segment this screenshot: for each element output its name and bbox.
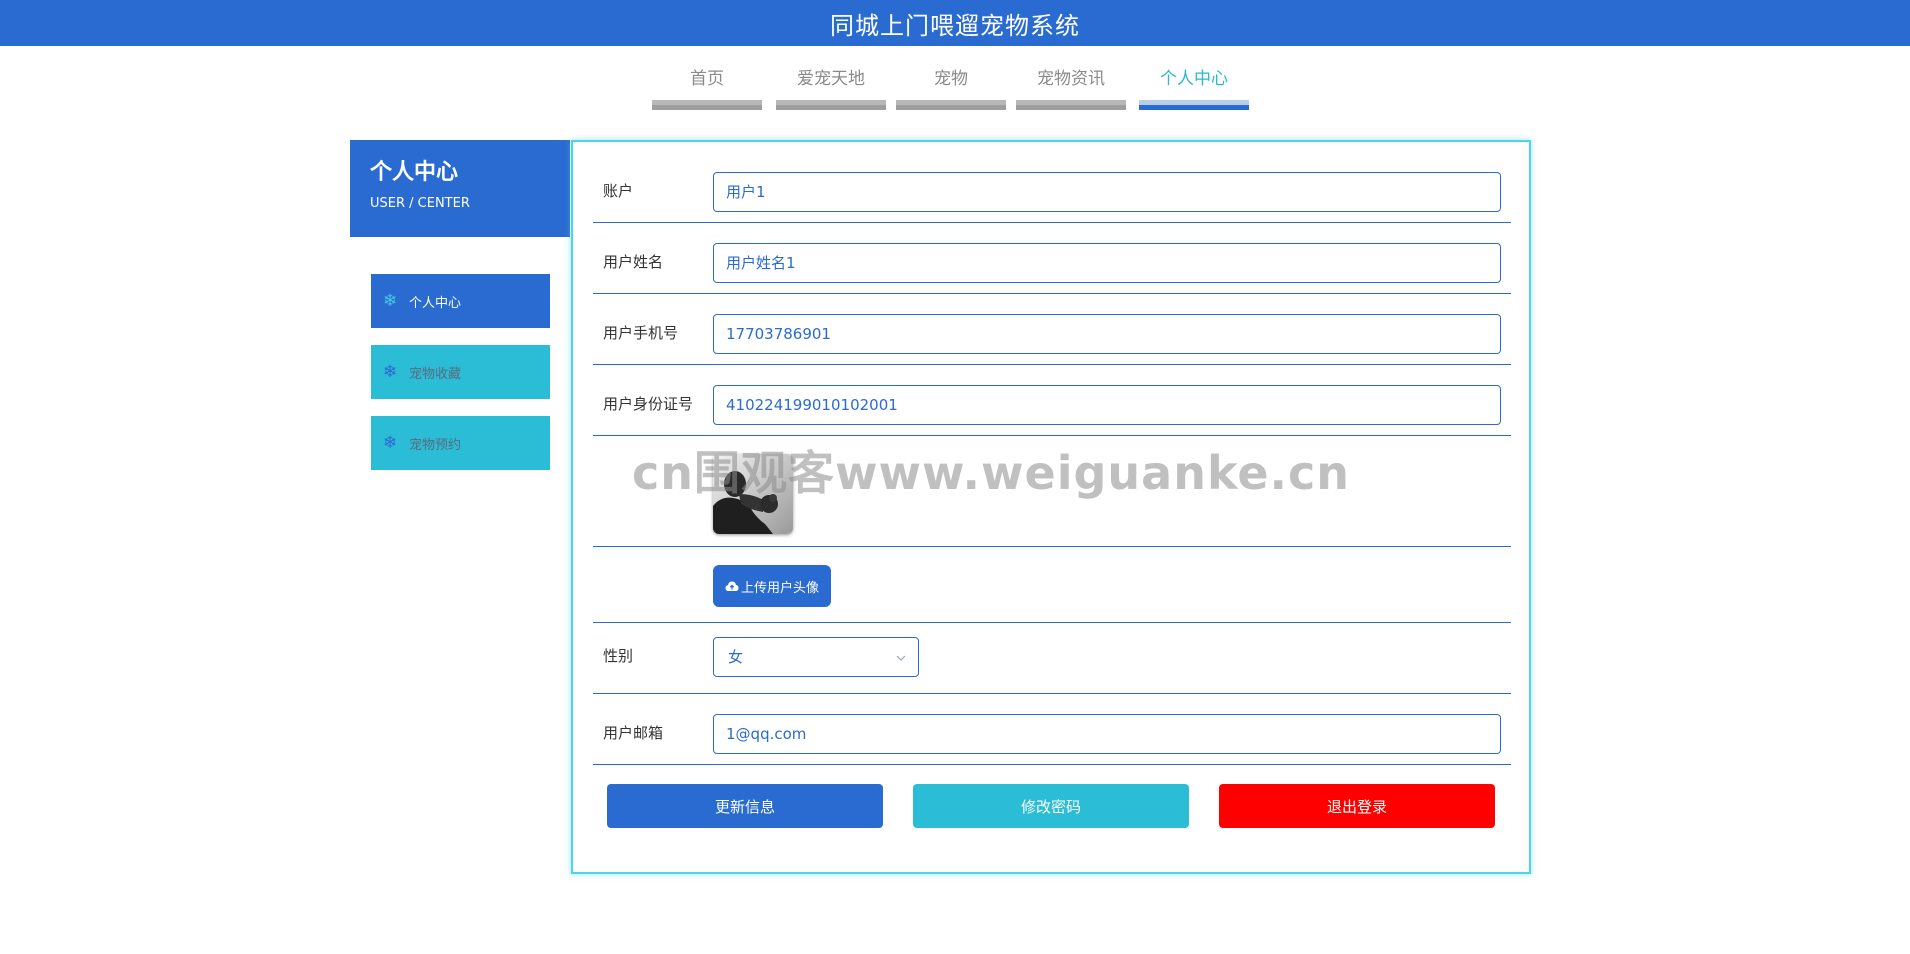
nav-underline	[896, 100, 1006, 110]
snowflake-icon: ❄	[383, 362, 398, 382]
form-row-account: 账户 用户1	[593, 142, 1511, 223]
nav-underline	[1139, 100, 1249, 110]
main-nav: 首页 爱宠天地 宠物 宠物资讯 个人中心	[652, 68, 1252, 110]
email-label: 用户邮箱	[603, 724, 664, 742]
user-name-label: 用户姓名	[603, 253, 664, 271]
gender-selected-value: 女	[728, 648, 744, 666]
account-label: 账户	[603, 182, 634, 200]
form-row-phone: 用户手机号 17703786901	[593, 294, 1511, 365]
id-number-input[interactable]: 410224199010102001	[713, 385, 1501, 425]
upload-avatar-label: 上传用户头像	[740, 580, 819, 596]
phone-input[interactable]: 17703786901	[713, 314, 1501, 354]
nav-item-label: 首页	[690, 69, 724, 89]
form-row-email: 用户邮箱 1@qq.com	[593, 694, 1511, 765]
sidebar-subtitle: USER / CENTER	[370, 196, 470, 211]
chevron-down-icon	[896, 638, 906, 676]
cloud-upload-icon	[725, 580, 739, 592]
gender-select[interactable]: 女	[713, 637, 919, 677]
sidebar-item-label: 宠物预约	[409, 437, 462, 453]
nav-item-label: 爱宠天地	[797, 69, 865, 89]
app-header: 同城上门喂遛宠物系统	[0, 0, 1910, 46]
sidebar-item-pet-appointments[interactable]: ❄ 宠物预约	[371, 416, 550, 470]
form-row-upload: 上传用户头像	[593, 547, 1511, 623]
sidebar-item-pet-favorites[interactable]: ❄ 宠物收藏	[371, 345, 550, 399]
sidebar-title: 个人中心	[370, 160, 459, 185]
snowflake-icon: ❄	[383, 291, 398, 311]
nav-item-label: 宠物资讯	[1037, 69, 1105, 89]
upload-avatar-button[interactable]: 上传用户头像	[713, 565, 831, 607]
logout-button[interactable]: 退出登录	[1219, 784, 1495, 828]
snowflake-icon: ❄	[383, 433, 398, 453]
gender-label: 性别	[603, 647, 634, 665]
account-input[interactable]: 用户1	[713, 172, 1501, 212]
email-input[interactable]: 1@qq.com	[713, 714, 1501, 754]
sidebar-item-user-center[interactable]: ❄ 个人中心	[371, 274, 550, 328]
nav-item-label: 宠物	[934, 69, 968, 89]
nav-underline	[652, 100, 762, 110]
form-row-id-number: 用户身份证号 410224199010102001	[593, 365, 1511, 436]
app-title: 同城上门喂遛宠物系统	[830, 11, 1080, 40]
update-info-button[interactable]: 更新信息	[607, 784, 883, 828]
watermark: cn围观客www.weiguanke.cn	[632, 446, 1351, 500]
change-password-button[interactable]: 修改密码	[913, 784, 1189, 828]
sidebar-item-label: 个人中心	[409, 295, 462, 311]
nav-item-pets[interactable]: 宠物	[896, 68, 1006, 110]
nav-underline	[1016, 100, 1126, 110]
nav-item-home[interactable]: 首页	[652, 68, 762, 110]
sidebar-header: 个人中心 USER / CENTER	[350, 140, 570, 237]
nav-underline	[776, 100, 886, 110]
user-name-input[interactable]: 用户姓名1	[713, 243, 1501, 283]
form-row-user-name: 用户姓名 用户姓名1	[593, 223, 1511, 294]
id-number-label: 用户身份证号	[603, 395, 694, 413]
form-row-gender: 性别 女	[593, 623, 1511, 694]
user-info-form: 账户 用户1 用户姓名 用户姓名1 用户手机号 17703786901 用户身份…	[571, 140, 1531, 874]
sidebar-item-label: 宠物收藏	[409, 366, 462, 382]
nav-item-user-center[interactable]: 个人中心	[1139, 68, 1249, 110]
nav-item-pet-news[interactable]: 宠物资讯	[1016, 68, 1126, 110]
nav-item-pet-world[interactable]: 爱宠天地	[776, 68, 886, 110]
phone-label: 用户手机号	[603, 324, 679, 342]
nav-item-label: 个人中心	[1160, 69, 1228, 89]
